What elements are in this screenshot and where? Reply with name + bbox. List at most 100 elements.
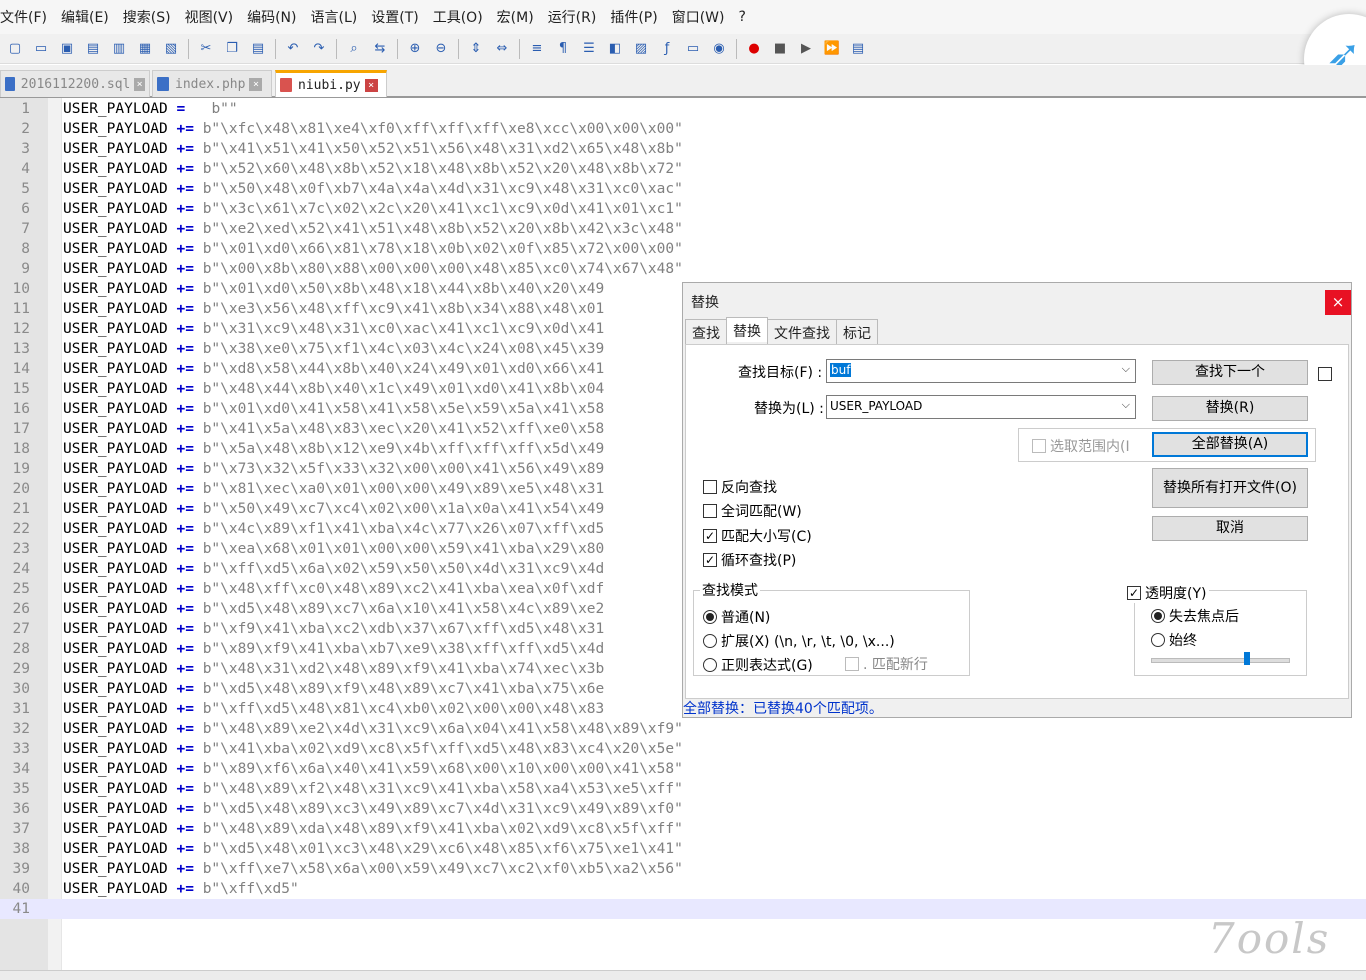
sync-vertical-icon[interactable]: ⇕ <box>465 38 487 60</box>
mode-extended-radio[interactable]: 扩展(X) (\n, \r, \t, \0, \x...) <box>703 631 895 651</box>
indent-guide-icon[interactable]: ☰ <box>578 38 600 60</box>
slider-thumb[interactable] <box>1244 652 1250 665</box>
close-icon[interactable]: × <box>1325 290 1351 315</box>
tab-niubi-py[interactable]: niubi.py × <box>275 70 387 97</box>
on-lose-focus-radio[interactable]: 失去焦点后 <box>1151 606 1239 626</box>
menu-item[interactable]: 语言(L) <box>304 7 365 27</box>
doc-map-icon[interactable]: ▨ <box>630 38 652 60</box>
menu-item[interactable]: 运行(R) <box>541 7 604 27</box>
chevron-down-icon[interactable]: ⌵ <box>1122 362 1130 376</box>
transparency-checkbox[interactable]: ✓ 透明度(Y) <box>1127 583 1210 603</box>
tab-find-in-files[interactable]: 文件查找 <box>767 319 837 344</box>
wrap-around-checkbox[interactable]: ✓ 循环查找(P) <box>703 550 796 570</box>
find-next-button[interactable]: 查找下一个 <box>1152 360 1308 385</box>
code-operator: += <box>176 621 194 637</box>
code-line: 34 USER_PAYLOAD += b"\x89\xf6\x6a\x40\x41… <box>0 759 1366 779</box>
menu-item[interactable]: 工具(O) <box>426 7 490 27</box>
replace-input[interactable]: USER_PAYLOAD ⌵ <box>826 395 1136 419</box>
redo-icon[interactable]: ↷ <box>308 38 330 60</box>
chevron-down-icon[interactable]: ⌵ <box>1122 398 1130 412</box>
code-operator: += <box>176 261 194 277</box>
replace-button[interactable]: 替换(R) <box>1152 396 1308 421</box>
code-operator: += <box>176 821 194 837</box>
word-wrap-icon[interactable]: ≡ <box>526 38 548 60</box>
menu-item[interactable]: 设置(T) <box>364 7 425 27</box>
menu-item[interactable]: 视图(V) <box>178 7 241 27</box>
save-icon[interactable]: ▣ <box>56 38 78 60</box>
watermark-logo: 7ools <box>1208 914 1331 963</box>
always-radio[interactable]: 始终 <box>1151 630 1197 650</box>
zoom-out-icon[interactable]: ⊖ <box>430 38 452 60</box>
tab-replace[interactable]: 替换 <box>726 317 768 342</box>
macro-stop-icon[interactable]: ■ <box>769 38 791 60</box>
code-line: 39 USER_PAYLOAD += b"\xff\xe7\x58\x6a\x00… <box>0 859 1366 879</box>
close-all-icon[interactable]: ▦ <box>134 38 156 60</box>
toolbar-separator <box>188 38 189 59</box>
menu-item[interactable]: 编辑(E) <box>54 7 116 27</box>
zoom-in-icon[interactable]: ⊕ <box>404 38 426 60</box>
code-string: b"\x89\xf9\x41\xba\xb7\xe9\x38\xff\xff\x… <box>202 641 605 657</box>
code-identifier: USER_PAYLOAD <box>63 661 168 677</box>
match-newline-checkbox[interactable]: . 匹配新行 <box>845 654 928 674</box>
tab-find[interactable]: 查找 <box>685 319 727 344</box>
copy-icon[interactable]: ❐ <box>221 38 243 60</box>
checkbox-box <box>1032 439 1046 453</box>
function-list-icon[interactable]: ƒ <box>656 38 678 60</box>
language-icon[interactable]: ◧ <box>604 38 626 60</box>
cut-icon[interactable]: ✂ <box>195 38 217 60</box>
macro-save-icon[interactable]: ▤ <box>847 38 869 60</box>
transparency-slider[interactable] <box>1151 658 1290 663</box>
code-operator: += <box>176 781 194 797</box>
cancel-button[interactable]: 取消 <box>1152 516 1308 541</box>
replace-status-message: 全部替换：已替换40个匹配项。 <box>683 701 883 717</box>
code-operator: += <box>176 561 194 577</box>
menu-item[interactable]: 窗口(W) <box>665 7 732 27</box>
toolbar-separator <box>275 38 276 59</box>
match-case-checkbox[interactable]: ✓ 匹配大小写(C) <box>703 526 812 546</box>
tab-2016112200-sql[interactable]: 2016112200.sql × <box>0 70 150 97</box>
close-icon[interactable]: × <box>249 77 263 91</box>
find-next-checkbox[interactable] <box>1318 367 1332 381</box>
macro-record-icon[interactable]: ● <box>743 38 765 60</box>
mode-normal-radio[interactable]: 普通(N) <box>703 607 770 627</box>
close-file-icon[interactable]: ▥ <box>108 38 130 60</box>
sync-horizontal-icon[interactable]: ⇔ <box>491 38 513 60</box>
replace-icon[interactable]: ⇆ <box>369 38 391 60</box>
mode-regex-radio[interactable]: 正则表达式(G) <box>703 655 813 675</box>
replace-all-button[interactable]: 全部替换(A) <box>1152 432 1308 457</box>
menu-item[interactable]: 插件(P) <box>603 7 664 27</box>
code-identifier: USER_PAYLOAD <box>63 861 168 877</box>
show-all-chars-icon[interactable]: ¶ <box>552 38 574 60</box>
line-number: 26 <box>12 601 30 617</box>
folder-workspace-icon[interactable]: ▭ <box>682 38 704 60</box>
whole-word-checkbox[interactable]: 全词匹配(W) <box>703 501 802 521</box>
code-operator: += <box>176 321 194 337</box>
menu-item[interactable]: 宏(M) <box>490 7 541 27</box>
line-number: 4 <box>21 161 30 177</box>
menu-item[interactable]: 编码(N) <box>240 7 303 27</box>
in-selection-label: 选取范围内(I <box>1050 439 1130 455</box>
tab-mark[interactable]: 标记 <box>836 319 878 344</box>
open-file-icon[interactable]: ▭ <box>30 38 52 60</box>
macro-play-icon[interactable]: ▶ <box>795 38 817 60</box>
monitor-icon[interactable]: ◉ <box>708 38 730 60</box>
close-icon[interactable]: × <box>134 77 145 91</box>
menu-item[interactable]: 搜索(S) <box>116 7 178 27</box>
paste-icon[interactable]: ▤ <box>247 38 269 60</box>
in-selection-checkbox[interactable]: 选取范围内(I <box>1032 436 1130 456</box>
code-identifier: USER_PAYLOAD <box>63 701 168 717</box>
menu-item[interactable]: 文件(F) <box>0 7 54 27</box>
new-file-icon[interactable]: ▢ <box>4 38 26 60</box>
save-all-icon[interactable]: ▤ <box>82 38 104 60</box>
code-operator: += <box>176 341 194 357</box>
menu-item[interactable]: ? <box>732 9 753 25</box>
tab-index-php[interactable]: index.php × <box>152 70 272 97</box>
find-icon[interactable]: ⌕ <box>343 38 365 60</box>
print-icon[interactable]: ▧ <box>160 38 182 60</box>
close-icon[interactable]: × <box>364 78 378 92</box>
find-input[interactable]: buf ⌵ <box>826 359 1136 383</box>
undo-icon[interactable]: ↶ <box>282 38 304 60</box>
replace-all-open-files-button[interactable]: 替换所有打开文件(O) <box>1152 468 1308 508</box>
backward-checkbox[interactable]: 反向查找 <box>703 477 777 497</box>
macro-play-multiple-icon[interactable]: ⏩ <box>821 38 843 60</box>
